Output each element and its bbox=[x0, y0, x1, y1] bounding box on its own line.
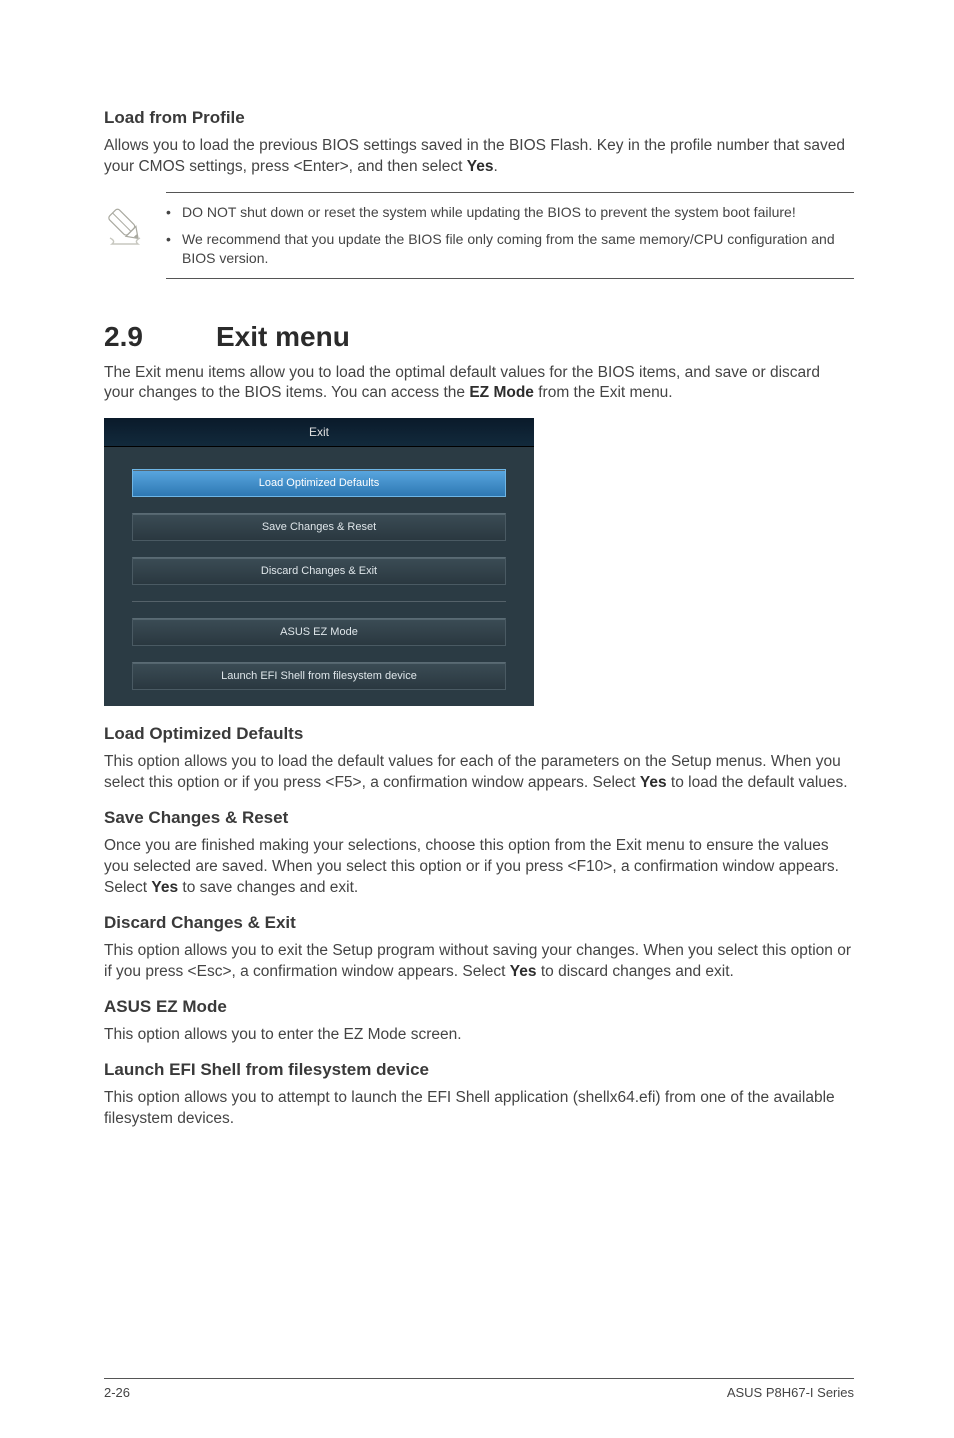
save-changes-reset-heading: Save Changes & Reset bbox=[104, 808, 854, 828]
note-block: DO NOT shut down or reset the system whi… bbox=[104, 192, 854, 279]
bios-divider bbox=[132, 601, 506, 602]
footer-page-number: 2-26 bbox=[104, 1385, 130, 1400]
section-number: 2.9 bbox=[104, 321, 216, 353]
text-bold: Yes bbox=[640, 774, 667, 791]
bios-launch-efi-shell-button[interactable]: Launch EFI Shell from filesystem device bbox=[132, 662, 506, 690]
page-container: Load from Profile Allows you to load the… bbox=[0, 0, 954, 1438]
load-from-profile-text: Allows you to load the previous BIOS set… bbox=[104, 136, 854, 178]
exit-menu-intro: The Exit menu items allow you to load th… bbox=[104, 363, 854, 405]
text-bold: Yes bbox=[467, 158, 494, 175]
note-top-rule bbox=[166, 192, 854, 193]
bios-save-changes-reset-button[interactable]: Save Changes & Reset bbox=[132, 513, 506, 541]
pencil-note-icon bbox=[104, 203, 166, 250]
launch-efi-shell-heading: Launch EFI Shell from filesystem device bbox=[104, 1060, 854, 1080]
footer-rule bbox=[104, 1378, 854, 1379]
bios-exit-panel: Exit Load Optimized Defaults Save Change… bbox=[104, 418, 534, 706]
note-item: DO NOT shut down or reset the system whi… bbox=[166, 203, 854, 222]
section-name: Exit menu bbox=[216, 321, 350, 352]
text-segment: to load the default values. bbox=[667, 774, 848, 791]
discard-changes-exit-heading: Discard Changes & Exit bbox=[104, 913, 854, 933]
note-list: DO NOT shut down or reset the system whi… bbox=[166, 203, 854, 268]
section-title: 2.9Exit menu bbox=[104, 321, 854, 353]
text-segment: from the Exit menu. bbox=[534, 384, 673, 401]
footer-row: 2-26 ASUS P8H67-I Series bbox=[104, 1385, 854, 1400]
footer-doc-title: ASUS P8H67-I Series bbox=[727, 1385, 854, 1400]
note-row: DO NOT shut down or reset the system whi… bbox=[104, 203, 854, 268]
page-footer: 2-26 ASUS P8H67-I Series bbox=[104, 1378, 854, 1400]
load-optimized-defaults-text: This option allows you to load the defau… bbox=[104, 752, 854, 794]
asus-ez-mode-heading: ASUS EZ Mode bbox=[104, 997, 854, 1017]
bios-asus-ez-mode-button[interactable]: ASUS EZ Mode bbox=[132, 618, 506, 646]
text-segment: . bbox=[493, 158, 497, 175]
asus-ez-mode-text: This option allows you to enter the EZ M… bbox=[104, 1025, 854, 1046]
text-segment: This option allows you to exit the Setup… bbox=[104, 942, 851, 980]
discard-changes-exit-text: This option allows you to exit the Setup… bbox=[104, 941, 854, 983]
save-changes-reset-text: Once you are finished making your select… bbox=[104, 836, 854, 899]
launch-efi-shell-text: This option allows you to attempt to lau… bbox=[104, 1088, 854, 1130]
text-bold: Yes bbox=[151, 879, 178, 896]
bios-panel-header: Exit bbox=[104, 418, 534, 447]
text-bold: Yes bbox=[510, 963, 537, 980]
text-segment: The Exit menu items allow you to load th… bbox=[104, 364, 820, 402]
bios-discard-changes-exit-button[interactable]: Discard Changes & Exit bbox=[132, 557, 506, 585]
bios-load-optimized-defaults-button[interactable]: Load Optimized Defaults bbox=[132, 469, 506, 497]
bios-panel-body: Load Optimized Defaults Save Changes & R… bbox=[104, 447, 534, 706]
text-segment: to discard changes and exit. bbox=[537, 963, 734, 980]
text-segment: to save changes and exit. bbox=[178, 879, 358, 896]
text-bold: EZ Mode bbox=[469, 384, 534, 401]
note-bottom-rule bbox=[166, 278, 854, 279]
note-item: We recommend that you update the BIOS fi… bbox=[166, 230, 854, 268]
load-from-profile-heading: Load from Profile bbox=[104, 108, 854, 128]
load-optimized-defaults-heading: Load Optimized Defaults bbox=[104, 724, 854, 744]
